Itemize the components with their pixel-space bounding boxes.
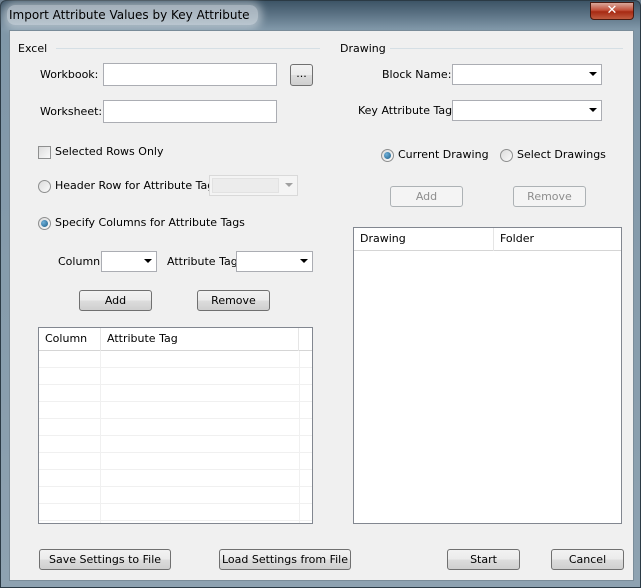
workbook-label: Workbook: (40, 68, 99, 81)
table-row (39, 351, 312, 368)
drawing-remove-button[interactable]: Remove (513, 186, 586, 207)
table-row (39, 368, 312, 385)
table-row (39, 419, 312, 436)
drawings-list-header: Drawing Folder (354, 228, 621, 251)
table-row (39, 436, 312, 453)
chevron-down-icon (300, 259, 308, 263)
header-row-label[interactable]: Header Row for Attribute Tags: (55, 179, 224, 193)
save-settings-button[interactable]: Save Settings to File (39, 549, 171, 570)
column-dropdown[interactable] (101, 251, 157, 272)
grid-header-attribute-tag[interactable]: Attribute Tag (101, 328, 299, 351)
chevron-down-icon (144, 259, 152, 263)
excel-remove-button[interactable]: Remove (197, 290, 270, 311)
excel-add-button[interactable]: Add (79, 290, 152, 311)
table-row (39, 385, 312, 402)
attribute-tag-label: Attribute Tag: (167, 255, 242, 268)
excel-group-divider (56, 48, 320, 49)
select-drawings-radio[interactable] (500, 149, 513, 162)
header-row-dropdown-field (212, 178, 279, 193)
drawing-add-button[interactable]: Add (390, 186, 463, 207)
browse-workbook-button[interactable]: ... (290, 64, 313, 86)
table-row (39, 470, 312, 487)
dialog-client-area: Excel Workbook: ... Worksheet: Selected … (9, 30, 634, 581)
close-button[interactable]: ✕ (590, 2, 634, 20)
list-header-drawing[interactable]: Drawing (354, 228, 494, 251)
table-row (39, 402, 312, 419)
window-title: Import Attribute Values by Key Attribute (7, 5, 258, 25)
current-drawing-label[interactable]: Current Drawing (398, 148, 489, 162)
excel-group-title: Excel (18, 42, 52, 55)
specify-columns-label[interactable]: Specify Columns for Attribute Tags (55, 216, 245, 230)
workbook-input[interactable] (103, 63, 277, 86)
specify-columns-radio[interactable] (38, 217, 51, 230)
header-row-radio[interactable] (38, 180, 51, 193)
chevron-down-icon (589, 108, 597, 112)
drawing-group-title: Drawing (340, 42, 390, 55)
chevron-down-icon (285, 183, 293, 187)
header-row-dropdown (209, 175, 298, 196)
table-row (39, 487, 312, 504)
key-attribute-tag-label: Key Attribute Tag: (358, 104, 456, 117)
selected-rows-checkbox[interactable] (38, 146, 51, 159)
chevron-down-icon (589, 72, 597, 76)
block-name-label: Block Name: (382, 68, 452, 81)
key-attribute-tag-dropdown[interactable] (452, 100, 602, 121)
table-row (39, 453, 312, 470)
title-bar[interactable]: Import Attribute Values by Key Attribute… (1, 1, 640, 29)
drawings-list[interactable]: Drawing Folder (353, 227, 622, 524)
current-drawing-radio[interactable] (381, 149, 394, 162)
grid-header-column[interactable]: Column (39, 328, 101, 351)
column-label: Column: (58, 255, 104, 268)
column-mapping-grid[interactable]: Column Attribute Tag (38, 327, 313, 524)
selected-rows-label[interactable]: Selected Rows Only (55, 145, 163, 159)
list-header-folder[interactable]: Folder (494, 228, 621, 251)
load-settings-button[interactable]: Load Settings from File (219, 549, 351, 570)
dialog-window: Import Attribute Values by Key Attribute… (0, 0, 641, 588)
attribute-tag-dropdown[interactable] (236, 251, 313, 272)
drawing-group-divider (390, 48, 623, 49)
block-name-dropdown[interactable] (452, 64, 602, 85)
select-drawings-label[interactable]: Select Drawings (517, 148, 606, 162)
worksheet-label: Worksheet: (40, 105, 103, 118)
table-row (39, 504, 312, 521)
start-button[interactable]: Start (447, 549, 520, 570)
column-mapping-grid-header: Column Attribute Tag (39, 328, 312, 351)
worksheet-input[interactable] (103, 100, 277, 123)
cancel-button[interactable]: Cancel (551, 549, 624, 570)
close-icon: ✕ (606, 3, 618, 18)
